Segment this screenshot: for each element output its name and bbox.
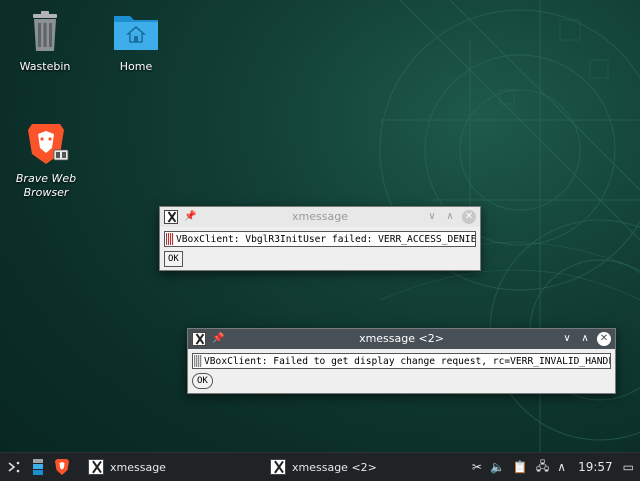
clipboard-icon[interactable]: 📋 (513, 460, 528, 474)
pin-icon[interactable]: 📌 (184, 210, 196, 224)
x-window-icon[interactable] (164, 210, 178, 224)
text-scroll-grip[interactable] (194, 355, 202, 367)
show-desktop-icon[interactable]: ▭ (623, 460, 634, 474)
minimize-chevron-down-icon[interactable]: ∨ (561, 332, 573, 346)
desktop-icon-label: Brave Web Browser (15, 172, 77, 199)
xmessage-2-window[interactable]: 📌 xmessage <2> ∨ ∧ ✕ VBoxClient: Failed … (187, 328, 616, 394)
close-icon[interactable]: ✕ (597, 332, 611, 346)
system-tray: ✂ 🔈 📋 🖧 ∧ 19:57 ▭ (472, 453, 640, 481)
message-text: VBoxClient: Failed to get display change… (204, 355, 611, 367)
desktop-icon-home[interactable]: Home (91, 8, 181, 74)
desktop-icon-label: Home (119, 60, 153, 73)
desktop-icon-wastebin[interactable]: Wastebin (0, 8, 90, 74)
brave-browser-icon (22, 120, 70, 168)
taskbar-task-xmessage-2[interactable]: xmessage <2> (264, 453, 383, 481)
volume-icon[interactable]: 🔈 (490, 460, 505, 474)
trash-icon (21, 8, 69, 56)
close-icon[interactable]: ✕ (462, 210, 476, 224)
x-window-icon (270, 459, 286, 475)
x-window-icon (88, 459, 104, 475)
taskbar-task-xmessage[interactable]: xmessage (82, 453, 264, 481)
text-scroll-grip[interactable] (166, 233, 174, 245)
launcher-icon (8, 461, 20, 473)
file-stack-icon (33, 459, 43, 475)
window-titlebar[interactable]: 📌 xmessage <2> ∨ ∧ ✕ (188, 329, 615, 349)
task-label: xmessage <2> (292, 460, 377, 474)
window-title: xmessage <2> (359, 332, 444, 345)
maximize-chevron-up-icon[interactable]: ∧ (579, 332, 591, 346)
ok-button[interactable]: OK (164, 251, 183, 267)
ok-button[interactable]: OK (192, 373, 213, 389)
taskbar-brave[interactable] (48, 453, 76, 481)
x-window-icon[interactable] (192, 332, 206, 346)
home-folder-icon (112, 8, 160, 56)
maximize-chevron-up-icon[interactable]: ∧ (444, 210, 456, 224)
chevron-up-icon[interactable]: ∧ (557, 460, 566, 474)
application-launcher[interactable] (0, 453, 28, 481)
scissors-icon[interactable]: ✂ (472, 460, 482, 474)
message-text-area[interactable]: VBoxClient: Failed to get display change… (192, 353, 611, 369)
network-icon[interactable]: 🖧 (536, 457, 549, 478)
pin-icon[interactable]: 📌 (212, 332, 224, 346)
task-label: xmessage (110, 460, 166, 474)
message-text-area[interactable]: VBoxClient: VbglR3InitUser failed: VERR_… (164, 231, 476, 247)
desktop-icon-label: Wastebin (19, 60, 71, 73)
desktop-icon-brave[interactable]: Brave Web Browser (0, 120, 92, 200)
taskbar: xmessage xmessage <2> ✂ 🔈 📋 🖧 ∧ 19:57 ▭ (0, 452, 640, 481)
minimize-chevron-down-icon[interactable]: ∨ (426, 210, 438, 224)
xmessage-window[interactable]: 📌 xmessage ∨ ∧ ✕ VBoxClient: VbglR3InitU… (159, 206, 481, 271)
taskbar-file-manager[interactable] (28, 453, 48, 481)
window-titlebar[interactable]: 📌 xmessage ∨ ∧ ✕ (160, 207, 480, 227)
clock[interactable]: 19:57 (578, 460, 613, 474)
message-text: VBoxClient: VbglR3InitUser failed: VERR_… (176, 233, 476, 245)
brave-browser-icon (55, 459, 69, 475)
